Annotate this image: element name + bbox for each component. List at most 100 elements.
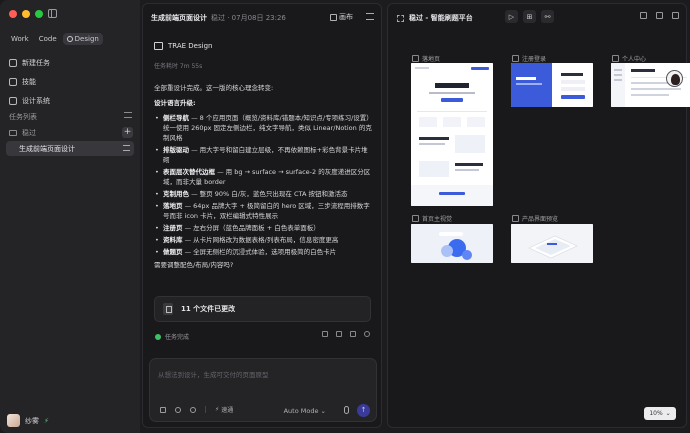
attach-icon[interactable] [175, 406, 181, 413]
bullet-body: — 全屏无侧栏的沉浸式体验，选项用极简的白色卡片 [182, 248, 337, 256]
thumbs-down-icon[interactable] [336, 331, 342, 337]
input-toolbar: ⚡ 速通 [160, 405, 233, 414]
palette-icon [66, 36, 73, 42]
send-button[interactable]: ↑ [357, 404, 370, 417]
retry-icon[interactable] [364, 331, 370, 337]
copy-icon[interactable] [350, 331, 356, 337]
list-item: 做题页 — 全屏无侧栏的沉浸式体验，选项用极简的白色卡片 [154, 247, 374, 257]
canvas-title: 稳过 - 智能刷题平台 [409, 14, 473, 22]
collaborator-avatar[interactable] [666, 70, 683, 87]
task-duration: 任务耗时 7m 55s [154, 63, 203, 70]
bullet-body: — 从卡片网格改为数据表格/列表布局，信息密度更高 [182, 236, 339, 244]
sidebar-item-design-system[interactable]: 设计系统 [7, 91, 133, 110]
sidebar-item-label: 新建任务 [22, 58, 50, 67]
auto-mode-label: Auto Mode [283, 407, 319, 415]
figma-icon[interactable] [190, 406, 196, 413]
divider [205, 406, 206, 413]
folder-item[interactable]: 稳过 [9, 128, 36, 138]
bullet-head: 做题页 [163, 248, 183, 256]
sidebar-nav: 新建任务 技能 设计系统 [7, 53, 133, 110]
canvas-button[interactable]: 画布 [330, 12, 353, 22]
prompt-placeholder: 从想法到设计，生成可交付的页面原型 [158, 371, 269, 379]
board-landing-page[interactable] [411, 63, 493, 206]
message-bullet-list: 侧栏导航 — 8 个应用页面（概览/资料库/错题本/知识点/专项练习/设置）统一… [154, 113, 374, 257]
zoom-select[interactable]: 10% ⌄ [644, 407, 676, 420]
board-hero-visual[interactable] [411, 224, 493, 263]
bullet-head: 落地页 [163, 202, 183, 210]
board-label-product: 产品界面预览 [512, 214, 558, 223]
bullet-body: — 64px 品牌大字 + 极简留白的 hero 区域，三步流程用排数字号而非 … [163, 202, 370, 220]
grid-icon [397, 14, 404, 22]
sidebar-item-skills[interactable]: 技能 [7, 72, 133, 91]
task-status: 任务完成 [155, 332, 189, 341]
prompt-input[interactable]: 从想法到设计，生成可交付的页面原型 ⚡ 速通 Auto Mode ⌄ ↑ [149, 358, 377, 422]
bullet-body: — 左右分屏（蓝色品牌面板 + 白色表单面板） [182, 224, 320, 232]
bullet-head: 侧栏导航 [163, 114, 189, 122]
pin-icon[interactable] [640, 12, 647, 19]
agent-header: TRAE Design [154, 42, 212, 50]
close-window-button[interactable] [9, 10, 17, 18]
mode-switcher: Work Code Design [7, 33, 103, 45]
window-controls [9, 10, 43, 18]
message-actions [322, 331, 370, 337]
board-label-hero: 首页主视觉 [412, 214, 452, 223]
board-label-register: 注册登录 [512, 54, 546, 63]
list-item: 落地页 — 64px 品牌大字 + 极简留白的 hero 区域，三步流程用排数字… [154, 201, 374, 221]
sidebar-item-new-task[interactable]: 新建任务 [7, 53, 133, 72]
hero-visual-preview [411, 224, 493, 263]
chevron-down-icon: ⌄ [665, 410, 671, 417]
list-item: 注册页 — 左右分屏（蓝色品牌面板 + 白色表单面板） [154, 223, 374, 233]
agent-name: TRAE Design [168, 42, 213, 50]
board-label-landing: 落地页 [412, 54, 440, 63]
add-task-button[interactable]: + [122, 127, 133, 138]
task-options-icon[interactable] [123, 145, 130, 151]
bullet-head: 表面层次替代边框 [163, 168, 215, 176]
trae-logo-icon [154, 42, 163, 50]
close-icon[interactable] [672, 12, 679, 19]
microphone-icon[interactable] [344, 406, 349, 414]
mode-design[interactable]: Design [62, 33, 103, 45]
canvas-button-label: 画布 [339, 13, 353, 21]
register-page-preview [511, 63, 593, 107]
bullet-body: — 用大字号和留白建立层级，不再依赖图标+彩色背景卡片堆砌 [163, 146, 368, 164]
app-window: Work Code Design 新建任务 技能 设计系统 任务列表 稳过 + … [0, 0, 690, 433]
mode-code[interactable]: Code [35, 33, 61, 45]
message-section-title: 设计语言升级: [154, 99, 196, 107]
task-item-label: 生成前端页面设计 [19, 144, 75, 153]
file-icon [163, 303, 173, 315]
user-profile[interactable]: 纱雾 ⚡ [7, 414, 49, 427]
minimize-window-button[interactable] [22, 10, 30, 18]
play-button[interactable]: ▷ [505, 10, 518, 23]
new-task-icon [9, 58, 17, 67]
grid-view-button[interactable]: ⊞ [523, 10, 536, 23]
board-product-preview[interactable] [511, 224, 593, 263]
auto-mode-select[interactable]: Auto Mode ⌄ [284, 407, 326, 415]
zoom-level: 10% [649, 410, 663, 417]
bullet-body: — 整页 90% 白/灰，蓝色只出现在 CTA 按钮和激活态 [189, 190, 348, 198]
chat-subtitle: 稳过 · 07月08日 23:26 [211, 14, 286, 22]
files-changed-card[interactable]: 11 个文件已更改 [154, 296, 371, 322]
files-changed-label: 11 个文件已更改 [181, 305, 236, 313]
chat-header: 生成前端页面设计 稳过 · 07月08日 23:26 画布 [151, 13, 377, 23]
filter-icon[interactable] [124, 112, 132, 118]
canvas-window-actions [640, 12, 679, 19]
task-item-active[interactable]: 生成前端页面设计 [6, 141, 134, 156]
mode-work[interactable]: Work [7, 33, 33, 45]
user-name: 纱雾 [25, 416, 39, 425]
speed-mode-toggle[interactable]: ⚡ 速通 [215, 405, 233, 414]
panel-menu-icon[interactable] [366, 13, 374, 20]
sidebar-toggle-icon[interactable] [48, 9, 57, 18]
check-icon [155, 333, 161, 340]
board-register-login[interactable] [511, 63, 593, 107]
maximize-window-button[interactable] [35, 10, 43, 18]
image-icon[interactable] [160, 406, 166, 413]
assistant-message: 全部重设计完成。这一版的核心理念转变: 设计语言升级: 侧栏导航 — 8 个应用… [154, 83, 374, 275]
board-label-profile: 个人中心 [612, 54, 646, 63]
message-intro: 全部重设计完成。这一版的核心理念转变: [154, 84, 274, 92]
link-button[interactable]: ⚯ [541, 10, 554, 23]
list-item: 侧栏导航 — 8 个应用页面（概览/资料库/错题本/知识点/专项练习/设置）统一… [154, 113, 374, 143]
thumbs-up-icon[interactable] [322, 331, 328, 337]
expand-icon[interactable] [656, 12, 663, 19]
canvas-panel: 稳过 - 智能刷题平台 ▷ ⊞ ⚯ 落地页 注册登录 个人中心 首页主视觉 产品… [387, 3, 690, 428]
sidebar-item-label: 技能 [22, 77, 36, 86]
